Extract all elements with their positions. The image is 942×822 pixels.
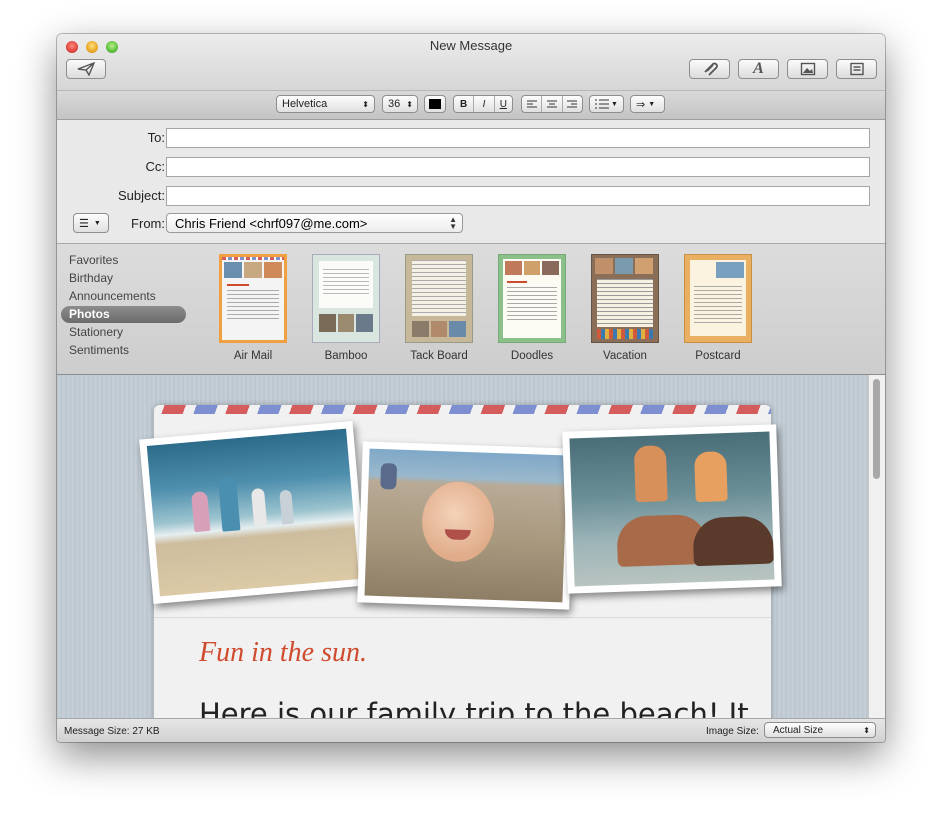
template-label-bamboo: Bamboo — [324, 350, 368, 362]
message-body-area[interactable]: Fun in the sun. Here is our family trip … — [57, 375, 885, 718]
attach-button[interactable] — [689, 59, 730, 79]
indent-arrow-icon: ⇒ — [636, 98, 646, 111]
to-field[interactable] — [166, 128, 870, 148]
template-air-mail[interactable] — [219, 254, 287, 343]
align-left-button[interactable] — [522, 96, 543, 112]
category-birthday[interactable]: Birthday — [69, 271, 113, 285]
scrollbar-thumb[interactable] — [873, 379, 880, 479]
text-color-button[interactable] — [424, 95, 446, 113]
photo-horseback-riding[interactable] — [562, 424, 782, 594]
category-announcements[interactable]: Announcements — [69, 289, 156, 303]
font-family-value: Helvetica — [282, 98, 328, 110]
list-style-button[interactable]: ▼ — [589, 95, 624, 113]
photo-browser-icon — [800, 62, 815, 76]
paper-plane-icon — [77, 62, 95, 76]
stationery-icon — [849, 62, 864, 76]
from-label: From: — [131, 216, 165, 231]
message-headline[interactable]: Fun in the sun. — [199, 637, 367, 669]
subject-field[interactable] — [166, 186, 870, 206]
chevron-down-icon: ▼ — [648, 100, 656, 108]
horseback-image — [569, 431, 775, 587]
mail-compose-window: New Message A Helvetica ⬍ 36 ⬍ B I U ▼ ⇒… — [57, 34, 885, 742]
baby-beach-image — [364, 448, 568, 603]
header-fields-menu[interactable]: ☰ ▼ — [73, 213, 109, 233]
template-label-doodles: Doodles — [510, 350, 554, 362]
underline-button[interactable]: U — [495, 96, 512, 112]
family-beach-image — [146, 428, 360, 597]
fonts-icon: A — [753, 60, 764, 77]
template-postcard[interactable] — [684, 254, 752, 343]
category-stationery[interactable]: Stationery — [69, 325, 123, 339]
bold-button[interactable]: B — [454, 96, 475, 112]
align-right-icon — [567, 100, 578, 107]
fonts-button[interactable]: A — [738, 59, 779, 79]
chevron-down-icon: ▼ — [93, 219, 101, 227]
format-bar: Helvetica ⬍ 36 ⬍ B I U ▼ ⇒ ▼ — [57, 91, 885, 120]
paper-divider — [154, 617, 771, 618]
font-size-value: 36 — [388, 98, 401, 110]
photo-family-beach[interactable] — [139, 420, 367, 605]
select-arrows-icon: ⬍ — [863, 725, 870, 735]
message-headers: To: Cc: Subject: ☰ ▼ From: Chris Friend … — [57, 120, 885, 244]
image-size-select[interactable]: Actual Size ⬍ — [764, 722, 876, 738]
air-mail-border — [154, 405, 771, 414]
indent-button[interactable]: ⇒ ▼ — [630, 95, 665, 113]
template-doodles[interactable] — [498, 254, 566, 343]
cc-label: Cc: — [145, 159, 166, 174]
subject-label: Subject: — [118, 188, 165, 203]
align-center-button[interactable] — [542, 96, 563, 112]
template-tack-board[interactable] — [405, 254, 473, 343]
from-value: Chris Friend <chrf097@me.com> — [175, 215, 368, 231]
message-size-text: Message Size: 27 KB — [64, 726, 160, 737]
category-favorites[interactable]: Favorites — [69, 253, 118, 267]
cc-field[interactable] — [166, 157, 870, 177]
stationery-panel: Favorites Birthday Announcements Photos … — [57, 244, 885, 375]
status-bar: Message Size: 27 KB Image Size: Actual S… — [57, 718, 885, 742]
category-photos[interactable]: Photos — [69, 307, 110, 321]
color-swatch — [429, 99, 441, 109]
alignment-segment — [521, 95, 583, 113]
window-title: New Message — [429, 38, 513, 53]
photo-browser-button[interactable] — [787, 59, 828, 79]
chevron-down-icon: ▼ — [611, 100, 618, 108]
to-label: To: — [147, 130, 165, 145]
template-bamboo[interactable] — [312, 254, 380, 343]
list-icon: ☰ — [79, 217, 89, 230]
align-left-icon — [526, 100, 537, 107]
from-select[interactable]: Chris Friend <chrf097@me.com> ▲ ▼ — [166, 213, 463, 233]
template-label-air-mail: Air Mail — [233, 350, 273, 362]
font-size-select[interactable]: 36 ⬍ — [382, 95, 418, 113]
paperclip-icon — [703, 62, 718, 76]
stationery-toggle-button[interactable] — [836, 59, 877, 79]
template-vacation[interactable] — [591, 254, 659, 343]
font-family-select[interactable]: Helvetica ⬍ — [276, 95, 375, 113]
template-label-tack-board: Tack Board — [410, 350, 468, 362]
photo-baby-beach[interactable] — [357, 441, 575, 610]
align-center-icon — [546, 100, 557, 107]
image-size-label: Image Size: — [706, 726, 759, 737]
template-label-postcard: Postcard — [695, 350, 741, 362]
title-toolbar: New Message A — [57, 34, 885, 91]
category-sentiments[interactable]: Sentiments — [69, 343, 129, 357]
select-arrows-icon: ▲ ▼ — [449, 215, 457, 231]
align-right-button[interactable] — [563, 96, 582, 112]
select-arrows-icon: ⬍ — [362, 99, 369, 109]
message-body-text[interactable]: Here is our family trip to the beach! It — [199, 697, 749, 718]
vertical-scrollbar[interactable] — [868, 375, 885, 718]
style-segment: B I U — [453, 95, 513, 113]
template-label-vacation: Vacation — [603, 350, 647, 362]
bulleted-list-icon — [595, 99, 609, 109]
italic-button[interactable]: I — [474, 96, 495, 112]
select-arrows-icon: ⬍ — [406, 99, 413, 109]
image-size-value: Actual Size — [773, 724, 824, 736]
send-button[interactable] — [66, 59, 106, 79]
